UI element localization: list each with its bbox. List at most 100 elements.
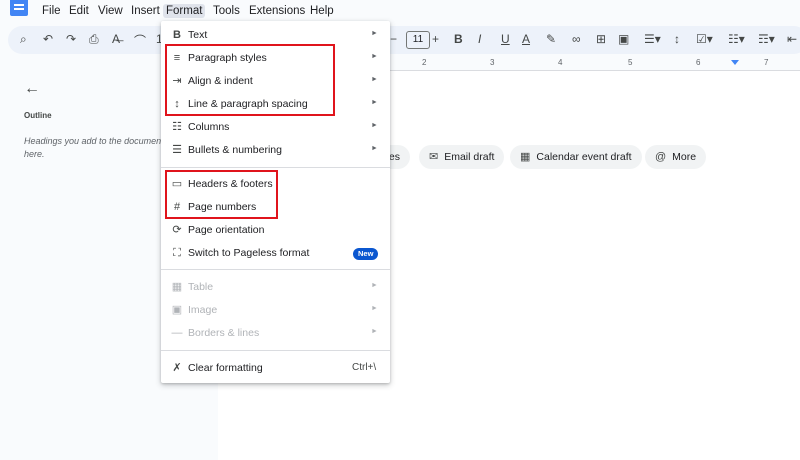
ruler-mark: 7 — [764, 58, 769, 67]
envelope-icon: ✉ — [429, 151, 439, 163]
menu-item-label: Page numbers — [188, 201, 257, 213]
header-footer-icon: ▭ — [171, 178, 183, 190]
format-menu: B Text ► ≡ Paragraph styles ► ⇥ Align & … — [161, 21, 390, 383]
submenu-arrow-icon: ► — [371, 99, 378, 106]
menu-item-clear-formatting[interactable]: ✗ Clear formatting Ctrl+\ — [161, 358, 390, 380]
menu-item-page-orientation[interactable]: ⟳ Page orientation — [161, 220, 390, 242]
increase-font-icon[interactable]: + — [432, 32, 439, 46]
bold-icon[interactable]: B — [454, 32, 463, 46]
table-icon: ▦ — [171, 281, 183, 293]
chip-label: Email draft — [444, 151, 495, 163]
menu-item-label: Page orientation — [188, 224, 265, 236]
menu-item-label: Bullets & numbering — [188, 144, 282, 156]
menu-item-label: Text — [188, 29, 208, 41]
menu-item-paragraph-styles[interactable]: ≡ Paragraph styles ► — [161, 48, 390, 70]
ruler-mark: 6 — [696, 58, 701, 67]
insert-image-icon[interactable]: ▣ — [618, 32, 629, 46]
menu-item-label: Line & paragraph spacing — [188, 98, 308, 110]
calendar-icon: ▦ — [520, 151, 531, 163]
menu-insert[interactable]: Insert — [128, 4, 163, 18]
menu-item-columns[interactable]: ☷ Columns ► — [161, 117, 390, 139]
submenu-arrow-icon: ► — [371, 122, 378, 129]
ruler-mark: 4 — [558, 58, 563, 67]
menu-item-label: Image — [188, 304, 218, 316]
bold-b-icon: B — [173, 29, 181, 41]
insert-link-icon[interactable]: ∞ — [572, 32, 581, 46]
menu-item-align-indent[interactable]: ⇥ Align & indent ► — [161, 71, 390, 93]
outline-label: Outline — [24, 111, 52, 120]
at-sign-icon: @ — [655, 151, 667, 163]
docs-logo-icon[interactable] — [10, 0, 28, 16]
submenu-arrow-icon: ► — [371, 305, 378, 312]
underline-icon[interactable]: U — [501, 32, 510, 46]
menu-item-label: Table — [188, 281, 214, 293]
paragraph-styles-icon: ≡ — [173, 52, 181, 64]
menu-item-label: Columns — [188, 121, 230, 133]
menu-item-image: ▣ Image ► — [161, 300, 390, 322]
ruler-mark: 2 — [422, 58, 427, 67]
line-spacing-icon: ↕ — [174, 98, 180, 110]
search-menus-icon[interactable]: ⌕ — [20, 32, 27, 47]
paint-format-icon[interactable]: ⌒ — [134, 32, 146, 49]
submenu-arrow-icon: ► — [371, 76, 378, 83]
indent-icon: ⇥ — [172, 75, 182, 87]
italic-icon[interactable]: I — [478, 32, 481, 46]
redo-icon[interactable]: ↷ — [66, 32, 76, 46]
highlight-color-icon[interactable]: ✎ — [546, 32, 556, 46]
submenu-arrow-icon: ► — [371, 30, 378, 37]
align-icon[interactable]: ☰▾ — [644, 32, 661, 46]
keyboard-shortcut: Ctrl+\ — [352, 362, 377, 373]
menu-tools[interactable]: Tools — [210, 4, 243, 18]
submenu-arrow-icon: ► — [371, 282, 378, 289]
numbered-list-icon[interactable]: ☶▾ — [758, 32, 775, 46]
menu-item-switch-pageless[interactable]: ⛶ Switch to Pageless format New — [161, 243, 390, 265]
menu-bar: File Edit View Insert Format Tools Exten… — [0, 0, 800, 24]
decrease-indent-icon[interactable]: ⇤ — [787, 32, 797, 46]
menu-help[interactable]: Help — [307, 4, 337, 18]
text-color-icon[interactable]: A — [522, 32, 530, 46]
menu-format[interactable]: Format — [163, 4, 206, 18]
menu-item-borders-lines: — Borders & lines ► — [161, 323, 390, 345]
chip-more[interactable]: @ More — [645, 145, 707, 169]
hash-icon: # — [173, 201, 181, 213]
menu-extensions[interactable]: Extensions — [246, 4, 308, 18]
menu-item-label: Clear formatting — [188, 362, 263, 374]
ruler-mark: 3 — [490, 58, 495, 67]
bulleted-list-icon[interactable]: ☷▾ — [728, 32, 745, 46]
back-arrow-icon[interactable]: ← — [24, 80, 40, 98]
menu-item-bullets-numbering[interactable]: ☰ Bullets & numbering ► — [161, 140, 390, 162]
menu-separator — [161, 167, 390, 168]
borders-icon: — — [171, 327, 183, 339]
decrease-font-icon[interactable]: − — [390, 32, 397, 46]
right-indent-marker[interactable] — [731, 60, 739, 65]
undo-icon[interactable]: ↶ — [43, 32, 53, 46]
font-size-input[interactable]: 11 — [406, 31, 430, 49]
menu-item-label: Headers & footers — [188, 178, 273, 190]
checklist-icon[interactable]: ☑▾ — [696, 32, 713, 46]
menu-item-text[interactable]: B Text ► — [161, 25, 390, 47]
line-spacing-icon[interactable]: ↕ — [674, 32, 680, 46]
submenu-arrow-icon: ► — [371, 53, 378, 60]
add-comment-icon[interactable]: ⊞ — [596, 32, 606, 46]
menu-view[interactable]: View — [95, 4, 126, 18]
menu-item-line-spacing[interactable]: ↕ Line & paragraph spacing ► — [161, 94, 390, 116]
menu-item-headers-footers[interactable]: ▭ Headers & footers — [161, 174, 390, 196]
menu-item-table: ▦ Table ► — [161, 277, 390, 299]
menu-separator — [161, 350, 390, 351]
new-badge: New — [353, 248, 379, 260]
menu-file[interactable]: File — [39, 4, 64, 18]
toolbar: ⌕ ↶ ↷ ⎙ A̶ ⌒ 1 − 11 + B I U A ✎ ∞ ⊞ ▣ ☰▾… — [8, 26, 800, 54]
chip-label: Calendar event draft — [536, 151, 632, 163]
chip-calendar-event-draft[interactable]: ▦ Calendar event draft — [510, 145, 642, 169]
submenu-arrow-icon: ► — [371, 328, 378, 335]
menu-item-label: Switch to Pageless format — [188, 247, 310, 259]
spellcheck-icon[interactable]: A̶ — [112, 32, 120, 46]
menu-item-page-numbers[interactable]: # Page numbers — [161, 197, 390, 219]
menu-edit[interactable]: Edit — [66, 4, 92, 18]
menu-separator — [161, 269, 390, 270]
print-icon[interactable]: ⎙ — [89, 32, 99, 47]
submenu-arrow-icon: ► — [371, 145, 378, 152]
bullet-list-icon: ☰ — [172, 144, 182, 156]
chip-email-draft[interactable]: ✉ Email draft — [419, 145, 505, 169]
page-orientation-icon: ⟳ — [172, 224, 182, 236]
